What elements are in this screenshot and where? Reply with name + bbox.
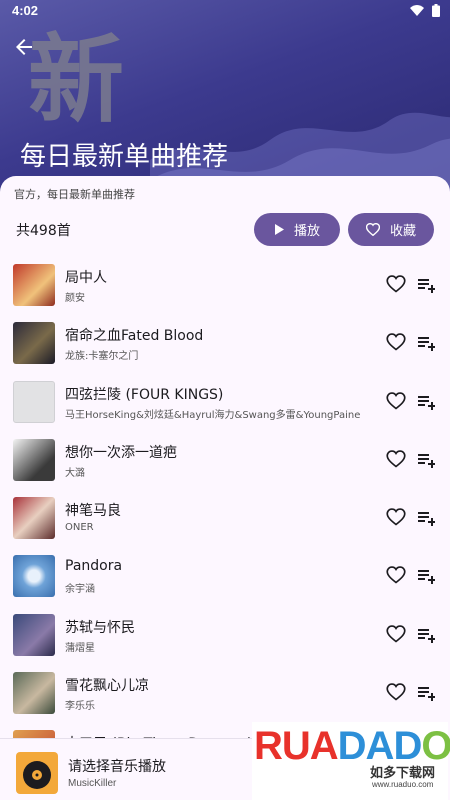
song-row[interactable]: 四弦拦陵 (FOUR KINGS) 马王HorseKing&刘炫廷&Hayrul… [0,371,450,429]
song-artist: 蒲熠星 [65,642,95,654]
song-row[interactable]: Pandora 余宇涵 [0,545,450,603]
song-artist: 马王HorseKing&刘炫廷&Hayrul海力&Swang多雷&YoungPa… [65,409,361,421]
song-artist: ONER [65,522,94,534]
song-title: 四弦拦陵 (FOUR KINGS) [65,386,224,403]
heart-icon[interactable] [386,682,406,702]
player-title: 请选择音乐播放 [68,759,166,775]
play-button-label: 播放 [293,224,320,239]
header-big-char: 新 [28,24,124,136]
song-artist: 余宇涵 [65,584,95,596]
song-title: 想你一次添一道疤 [65,444,177,461]
song-artist: 龙族:卡塞尔之门 [65,351,139,363]
watermark-cn: 如多下载网 [370,766,436,781]
song-title: 雪花飘心儿凉 [65,678,149,695]
vinyl-record-icon [23,761,51,789]
album-cover [13,555,55,598]
song-row[interactable]: 宿命之血Fated Blood 龙族:卡塞尔之门 [0,312,450,370]
album-cover [13,264,55,306]
album-cover [13,672,55,715]
player-subtitle: MusicKiller [68,778,117,789]
favorite-button-label: 收藏 [389,224,416,239]
status-icons [410,4,440,17]
song-title: 局中人 [65,270,107,286]
song-title: 苏轼与怀民 [65,619,135,636]
add-to-queue-icon[interactable] [417,566,435,585]
song-row[interactable]: 神笔马良 ONER [0,487,450,545]
site-watermark: RUADADO 如多下载网 www.ruaduo.com [252,722,450,800]
add-to-queue-icon[interactable] [417,450,435,468]
wifi-icon [410,4,424,16]
add-to-queue-icon[interactable] [417,508,435,527]
back-arrow-icon[interactable] [12,35,36,59]
play-icon [274,224,284,235]
heart-icon[interactable] [386,391,406,411]
song-artist: 颜安 [65,293,85,304]
add-to-queue-icon[interactable] [417,333,435,352]
album-cover [13,613,55,656]
add-to-queue-icon[interactable] [417,392,435,410]
watermark-url: www.ruaduo.com [372,780,434,789]
playlist-sheet: 官方，每日最新单曲推荐 共498首 播放 收藏 局中人 颜安 宿命之血Fated… [0,176,450,800]
heart-icon[interactable] [386,332,406,352]
header-banner: 4:02 新 每日最新单曲推荐 [0,0,450,200]
song-artist: 李乐乐 [65,701,95,713]
battery-icon [432,4,440,17]
heart-icon[interactable] [386,565,406,585]
song-row[interactable]: 雪花飘心儿凉 李乐乐 [0,662,450,720]
add-to-queue-icon[interactable] [417,683,435,702]
heart-icon[interactable] [386,624,406,644]
song-row[interactable]: 局中人 颜安 [0,254,450,312]
player-cover [16,752,58,794]
playlist-description: 官方，每日最新单曲推荐 [14,188,135,201]
heart-icon[interactable] [386,274,406,294]
play-button[interactable]: 播放 [254,213,340,246]
album-cover [13,322,55,365]
song-title: Pandora [65,558,123,575]
album-cover [13,380,55,423]
song-list: 局中人 颜安 宿命之血Fated Blood 龙族:卡塞尔之门 四弦拦陵 (FO… [0,254,450,779]
page-title: 每日最新单曲推荐 [20,142,229,172]
song-row[interactable]: 苏轼与怀民 蒲熠星 [0,604,450,662]
album-cover [13,438,55,481]
album-cover [13,497,55,540]
favorite-button[interactable]: 收藏 [348,213,434,246]
heart-icon[interactable] [386,449,406,469]
song-artist: 大潞 [65,467,85,479]
song-row[interactable]: 想你一次添一道疤 大潞 [0,429,450,487]
song-title: 神笔马良 [65,503,121,520]
heart-icon[interactable] [386,507,406,527]
heart-outline-icon [365,223,380,236]
add-to-queue-icon[interactable] [417,275,435,293]
add-to-queue-icon[interactable] [417,625,435,643]
song-title: 宿命之血Fated Blood [65,328,204,345]
song-count: 共498首 [16,223,71,239]
